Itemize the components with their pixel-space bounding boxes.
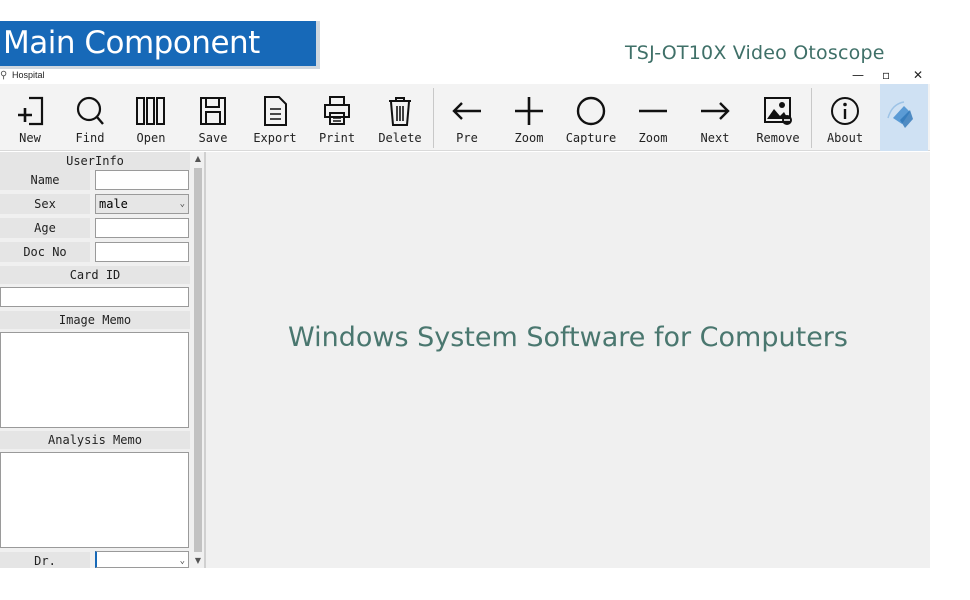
maximize-button[interactable]: ▫ xyxy=(882,68,890,82)
minimize-button[interactable]: — xyxy=(852,68,864,82)
find-button[interactable]: Find xyxy=(60,84,120,151)
card-id-input[interactable] xyxy=(0,287,189,307)
age-input[interactable] xyxy=(95,218,189,238)
delete-button[interactable]: Delete xyxy=(368,84,432,151)
toolbar: New Find Open Save Export Print Delete P… xyxy=(0,84,930,151)
patient-info-panel: UserInfo Name Sex male ⌄ Age Doc No Card… xyxy=(0,152,192,568)
window-titlebar: ⚲ Hospital — ▫ ✕ xyxy=(0,68,930,84)
main-component-banner: Main Component xyxy=(0,21,320,69)
analysis-memo-label: Analysis Memo xyxy=(0,431,190,449)
save-label: Save xyxy=(198,131,228,145)
open-label: Open xyxy=(136,131,166,145)
print-label: Print xyxy=(318,131,356,145)
name-input[interactable] xyxy=(95,170,189,190)
brand-logo xyxy=(880,84,928,151)
circle-capture-icon xyxy=(576,96,606,126)
image-memo-textarea[interactable] xyxy=(0,332,189,428)
floppy-disk-icon xyxy=(200,97,226,125)
folders-icon xyxy=(136,97,165,125)
remove-button[interactable]: Remove xyxy=(746,84,810,151)
product-name: TSJ-OT10X Video Otoscope xyxy=(625,42,885,64)
sex-label: Sex xyxy=(0,194,90,214)
export-button[interactable]: Export xyxy=(244,84,306,151)
card-id-label: Card ID xyxy=(0,266,190,284)
previous-button[interactable]: Pre xyxy=(436,84,498,151)
next-button[interactable]: Next xyxy=(684,84,746,151)
doc-no-input[interactable] xyxy=(95,242,189,262)
new-button[interactable]: New xyxy=(0,84,60,151)
toolbar-separator xyxy=(433,88,434,148)
about-button[interactable]: About xyxy=(814,84,876,151)
brand-logo-icon xyxy=(887,101,913,128)
toolbar-separator xyxy=(811,88,812,148)
print-button[interactable]: Print xyxy=(306,84,368,151)
chevron-down-icon: ⌄ xyxy=(179,556,185,566)
name-label: Name xyxy=(0,170,90,190)
printer-icon xyxy=(324,96,350,125)
chevron-down-icon: ⌄ xyxy=(179,199,185,209)
zoom-out-button[interactable]: Zoom xyxy=(622,84,684,151)
capture-button[interactable]: Capture xyxy=(560,84,622,151)
viewer-caption: Windows System Software for Computers xyxy=(288,322,848,353)
next-label: Next xyxy=(700,131,730,145)
zoom-in-button[interactable]: Zoom xyxy=(498,84,560,151)
magnifier-icon xyxy=(76,96,104,125)
sex-select[interactable]: male ⌄ xyxy=(95,194,189,214)
image-memo-label: Image Memo xyxy=(0,311,190,329)
open-button[interactable]: Open xyxy=(120,84,182,151)
window-title: Hospital xyxy=(12,70,45,80)
image-viewer[interactable]: Windows System Software for Computers xyxy=(206,152,930,568)
doctor-label: Dr. xyxy=(0,552,90,568)
userinfo-header: UserInfo xyxy=(0,152,190,170)
image-remove-icon xyxy=(764,97,792,125)
export-label: Export xyxy=(253,131,297,145)
scroll-up-icon[interactable]: ▲ xyxy=(192,152,204,166)
new-label: New xyxy=(19,131,41,145)
scroll-thumb[interactable] xyxy=(194,168,202,552)
arrow-right-icon xyxy=(701,102,730,120)
remove-label: Remove xyxy=(756,131,800,145)
trash-icon xyxy=(389,97,411,126)
info-icon xyxy=(831,97,859,125)
about-label: About xyxy=(826,131,864,145)
plus-icon xyxy=(515,97,543,125)
delete-label: Delete xyxy=(378,131,422,145)
panel-scrollbar[interactable]: ▲ ▼ xyxy=(192,152,204,568)
close-button[interactable]: ✕ xyxy=(913,68,923,82)
doctor-select[interactable]: ⌄ xyxy=(95,551,189,568)
zoom-in-label: Zoom xyxy=(514,131,544,145)
arrow-left-icon xyxy=(452,102,481,120)
save-button[interactable]: Save xyxy=(182,84,244,151)
scroll-down-icon[interactable]: ▼ xyxy=(192,554,204,568)
find-label: Find xyxy=(75,131,105,145)
capture-label: Capture xyxy=(565,131,617,145)
analysis-memo-textarea[interactable] xyxy=(0,452,189,548)
sex-select-value: male xyxy=(99,197,128,211)
previous-label: Pre xyxy=(456,131,478,145)
document-icon xyxy=(264,96,287,126)
zoom-out-label: Zoom xyxy=(638,131,668,145)
minus-icon xyxy=(639,109,667,113)
age-label: Age xyxy=(0,218,90,238)
new-record-icon xyxy=(18,96,44,126)
app-icon: ⚲ xyxy=(0,70,8,81)
doc-no-label: Doc No xyxy=(0,242,90,262)
